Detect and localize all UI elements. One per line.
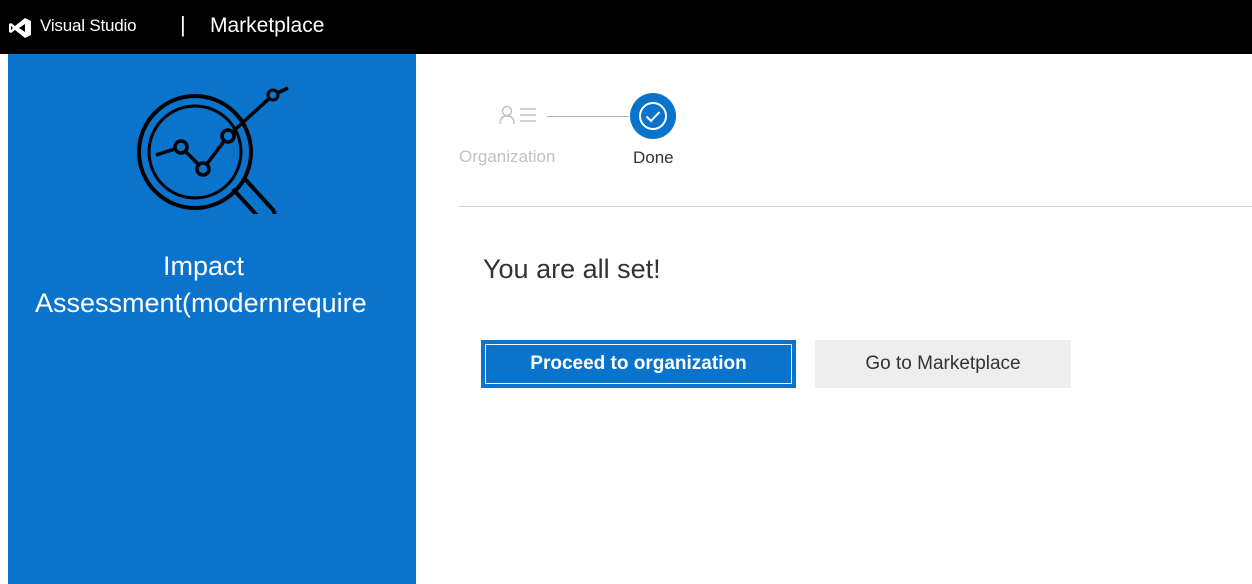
product-name[interactable]: Visual Studio <box>40 16 137 36</box>
extension-name-line1: Impact <box>163 251 245 281</box>
top-bar: Visual Studio | Marketplace <box>0 0 1252 54</box>
proceed-to-organization-button[interactable]: Proceed to organization <box>481 340 796 388</box>
go-to-marketplace-button[interactable]: Go to Marketplace <box>815 340 1071 388</box>
step-done-indicator <box>630 93 676 139</box>
check-circle-icon <box>639 102 667 130</box>
extension-panel: Impact Assessment(modernrequire <box>8 54 416 584</box>
visual-studio-logo-icon[interactable] <box>9 18 31 38</box>
marketplace-title[interactable]: Marketplace <box>210 14 324 38</box>
step-connector <box>547 116 629 117</box>
step-label-organization: Organization <box>459 147 556 166</box>
header-separator: | <box>180 12 186 37</box>
magnifier-line-chart-icon <box>137 86 289 214</box>
extension-name: Impact Assessment(modernrequire <box>8 248 416 322</box>
success-message: You are all set! <box>483 254 661 284</box>
section-divider <box>459 206 1252 207</box>
extension-name-line2: Assessment(modernrequire <box>35 288 367 318</box>
step-label-done: Done <box>633 148 674 167</box>
user-list-icon <box>499 105 536 125</box>
